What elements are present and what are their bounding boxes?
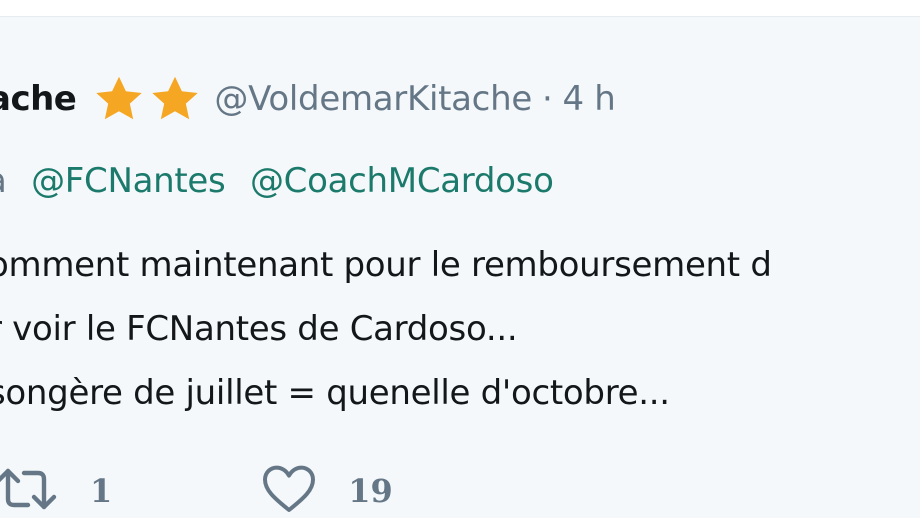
star-icon bbox=[94, 75, 144, 123]
like-count: 19 bbox=[348, 472, 393, 510]
tweet-actions: 1 19 bbox=[0, 463, 393, 519]
reply-to-line: a @FCNantes @CoachMCardoso bbox=[0, 161, 554, 201]
tweet-text-line: r voir le FCNantes de Cardoso... bbox=[0, 309, 518, 349]
tweet-card[interactable]: ache @VoldemarKitache · 4 h a @FCNantes … bbox=[0, 17, 920, 518]
like-button[interactable]: 19 bbox=[262, 464, 393, 518]
top-bar bbox=[0, 0, 920, 17]
retweet-count: 1 bbox=[90, 472, 113, 510]
tweet-text-line: omment maintenant pour le remboursement … bbox=[0, 245, 772, 285]
timestamp[interactable]: 4 h bbox=[562, 79, 615, 119]
mention-coachmcardoso[interactable]: @CoachMCardoso bbox=[250, 161, 554, 201]
star-badges bbox=[94, 75, 200, 123]
retweet-icon bbox=[0, 463, 58, 519]
star-icon bbox=[150, 75, 200, 123]
author-name[interactable]: ache bbox=[0, 79, 77, 119]
tweet-text-line: songère de juillet = quenelle d'octobre.… bbox=[0, 373, 670, 413]
tweet-header: ache @VoldemarKitache · 4 h bbox=[0, 75, 616, 123]
heart-icon bbox=[262, 464, 316, 518]
tweet-text: omment maintenant pour le remboursement … bbox=[0, 233, 772, 425]
retweet-button[interactable]: 1 bbox=[0, 463, 112, 519]
author-handle[interactable]: @VoldemarKitache bbox=[214, 79, 532, 119]
reply-prefix: a bbox=[0, 161, 7, 201]
mention-fcnantes[interactable]: @FCNantes bbox=[31, 161, 226, 201]
separator-dot: · bbox=[541, 79, 553, 119]
